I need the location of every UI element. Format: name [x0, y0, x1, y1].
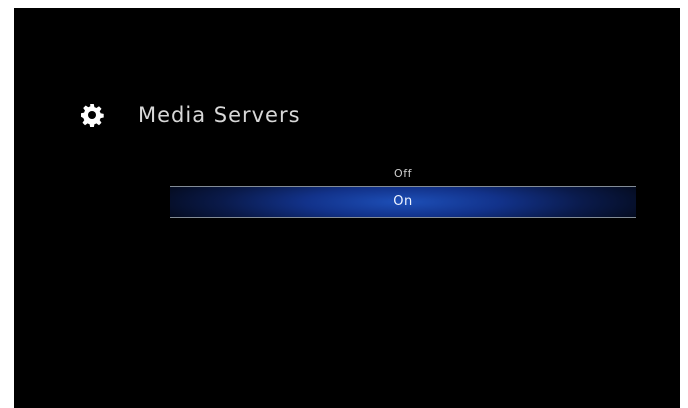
option-off[interactable]: Off — [170, 162, 636, 186]
page-title: Media Servers — [138, 103, 301, 127]
tv-frame: Media Servers Off On — [0, 0, 688, 408]
option-list: Off On — [170, 162, 636, 218]
gear-icon — [81, 104, 104, 127]
option-on[interactable]: On — [170, 187, 636, 217]
settings-header: Media Servers — [80, 98, 301, 132]
settings-screen: Media Servers Off On — [14, 8, 680, 408]
divider-bottom — [170, 217, 636, 218]
